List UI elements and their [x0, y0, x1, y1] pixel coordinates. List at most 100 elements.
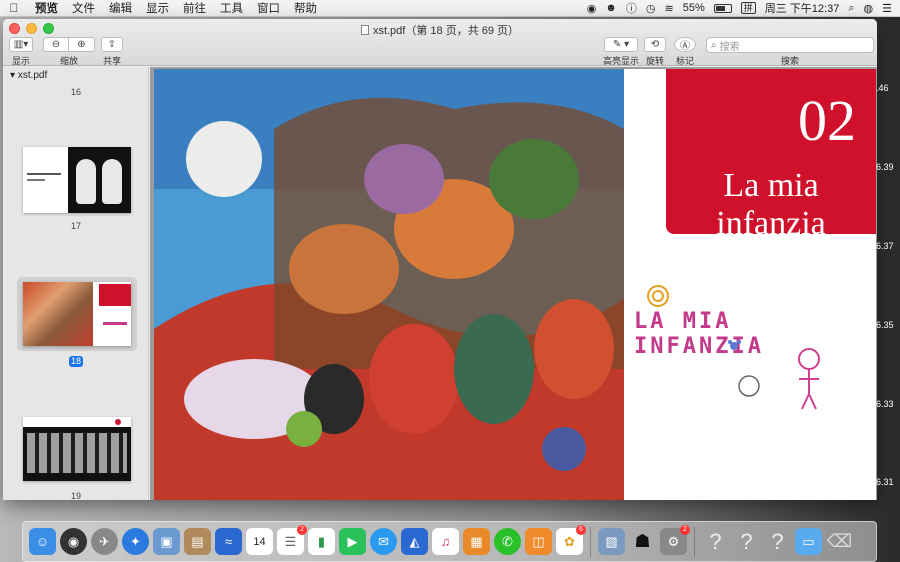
qq-icon[interactable]: ☗ — [629, 528, 656, 555]
dock-separator — [590, 526, 591, 557]
wifi-icon[interactable]: ≋ — [664, 2, 673, 15]
markup-icon: Ⓐ — [680, 41, 690, 52]
info-icon[interactable]: ⓘ — [626, 0, 637, 16]
unknown-icon[interactable]: ? — [702, 528, 729, 555]
thumb-17-text-area — [23, 147, 68, 213]
menu-bar:  预览 文件 编辑 显示 前往 工具 窗口 帮助 ◉ ☻ ⓘ ◷ ≋ 55% … — [0, 0, 900, 17]
highlight-control: ✎ ▾ 高亮显示 — [603, 37, 639, 67]
folder-icon[interactable]: ▭ — [795, 528, 822, 555]
whale-icon[interactable]: ≈ — [215, 528, 242, 555]
battery-percent[interactable]: 55% — [683, 2, 705, 14]
markup-control: Ⓐ 标记 — [674, 37, 696, 67]
clock-status-icon[interactable]: ◷ — [646, 2, 656, 15]
illustration-parade-of-animals — [154, 69, 624, 500]
page-number-17: 17 — [70, 221, 81, 231]
preview-doc-icon[interactable]: ▧ — [598, 528, 625, 555]
calendar-icon[interactable]: 14 — [246, 528, 273, 555]
sidebar-file-name[interactable]: ▾ xst.pdf — [10, 70, 47, 81]
highlight-label: 高亮显示 — [603, 56, 640, 66]
keynote-icon[interactable]: ◭ — [401, 528, 428, 555]
zoom-label: 缩放 — [59, 56, 78, 66]
markup-button[interactable]: Ⓐ — [674, 37, 696, 52]
dock: ☺ ◉ ✈ ✦ ▣ ▤ ≈ 14 ☰ 2 ▮ ▶ ✉ ◭ ♫ ▦ ✆ ◫ ✿ 6 ▧… — [22, 521, 877, 562]
thumbnail-sidebar[interactable]: ▾ xst.pdf 16 17 18 19 — [3, 67, 149, 500]
strip-value-2: 6.39 — [876, 162, 894, 172]
books-icon[interactable]: ◫ — [525, 528, 552, 555]
share-button[interactable]: ⇪ — [101, 37, 123, 52]
notes-icon[interactable]: ▤ — [184, 528, 211, 555]
sidebar-file-name-text: xst.pdf — [17, 70, 48, 81]
pdf-page: 02 La mia infanzia LA MIA INFANZIA — [154, 69, 876, 500]
calendar-day: 14 — [253, 535, 266, 548]
reminders-icon[interactable]: ☰ 2 — [277, 525, 307, 555]
finder-icon[interactable]: ☺ — [29, 528, 56, 555]
menu-app-name[interactable]: 预览 — [28, 0, 65, 16]
battery-icon[interactable] — [713, 3, 732, 13]
facetime-icon[interactable]: ▶ — [339, 528, 366, 555]
thumbnail-page-19[interactable] — [23, 417, 131, 481]
qq-status-icon[interactable]: ☻ — [605, 2, 617, 14]
menu-file[interactable]: 文件 — [65, 0, 102, 16]
search-field[interactable]: ⌕ 搜索 — [706, 37, 874, 53]
page-number-18: 18 — [69, 356, 83, 367]
system-prefs-icon[interactable]: ⚙ 2 — [660, 525, 690, 555]
reader-icon[interactable]: ▦ — [463, 528, 490, 555]
photos-icon[interactable]: ✿ 6 — [556, 525, 586, 555]
menu-view[interactable]: 显示 — [139, 0, 176, 16]
menu-tools[interactable]: 工具 — [213, 0, 250, 16]
menu-edit[interactable]: 编辑 — [102, 0, 139, 16]
background-window-strip: .46 6.39 6.37 6.35 6.33 6.31 — [876, 19, 900, 500]
music-icon[interactable]: ♫ — [432, 528, 459, 555]
launchpad-icon[interactable]: ✈ — [91, 528, 118, 555]
page-number-19: 19 — [70, 491, 81, 500]
strip-value-3: 6.37 — [876, 241, 894, 251]
siri-icon[interactable]: ◉ — [60, 528, 87, 555]
menu-clock[interactable]: 周三 下午12:37 — [765, 0, 840, 16]
unknown-icon[interactable]: ? — [764, 528, 791, 555]
sidebar-icon: ▥▾ — [13, 39, 29, 50]
menu-go[interactable]: 前往 — [176, 0, 213, 16]
menu-help[interactable]: 帮助 — [287, 0, 324, 16]
share-icon: ⇪ — [107, 39, 117, 50]
zoom-out-icon: ⊖ — [51, 39, 61, 50]
rotate-control: ⟲ 旋转 — [644, 37, 666, 67]
thumbnail-page-17[interactable] — [23, 147, 131, 213]
zoom-in-button[interactable]: ⊕ — [69, 37, 95, 52]
document-view[interactable]: 02 La mia infanzia LA MIA INFANZIA — [150, 67, 877, 500]
apple-menu-icon[interactable]:  — [0, 1, 28, 15]
safari-icon[interactable]: ✦ — [122, 528, 149, 555]
window-title: xst.pdf（第 18 页，共 69 页） — [3, 22, 877, 38]
thumbnail-page-18[interactable] — [23, 282, 131, 346]
strip-value-5: 6.33 — [876, 399, 894, 409]
preview-icon[interactable]: ▣ — [153, 528, 180, 555]
notification-center-icon[interactable]: ☰ — [882, 2, 892, 15]
markup-label: 标记 — [675, 56, 694, 66]
chapter-header-box: 02 La mia infanzia — [666, 69, 876, 242]
highlighter-icon: ✎ ▾ — [612, 39, 630, 50]
rotate-button[interactable]: ⟲ — [644, 37, 666, 52]
trash-icon[interactable]: ⌫ — [826, 528, 853, 555]
menu-window[interactable]: 窗口 — [250, 0, 287, 16]
chapter-title: La mia infanzia — [716, 167, 826, 242]
menu-extras: ◉ ☻ ⓘ ◷ ≋ 55% 拼 周三 下午12:37 ⌕ ◍ ☰ — [587, 0, 900, 16]
preview-window: xst.pdf（第 18 页，共 69 页） ▥▾ 显示 ⊖ ⊕ 缩放 ⇪ 共享… — [3, 19, 877, 500]
sidebar-view-button[interactable]: ▥▾ — [9, 37, 33, 52]
messages-icon[interactable]: ✉ — [370, 528, 397, 555]
dock-separator-2 — [694, 526, 695, 557]
thumb-19-grid — [23, 427, 131, 481]
siri-menu-icon[interactable]: ◍ — [864, 2, 874, 15]
thumb-18-redbox — [99, 284, 131, 306]
spotlight-icon[interactable]: ⌕ — [848, 2, 854, 15]
wechat-icon[interactable]: ✆ — [494, 528, 521, 555]
unknown-icon[interactable]: ? — [733, 528, 760, 555]
numbers-icon[interactable]: ▮ — [308, 528, 335, 555]
thumb-17-photo — [68, 147, 131, 213]
view-label: 显示 — [11, 56, 30, 66]
chapter-number: 02 — [798, 88, 856, 153]
eye-icon[interactable]: ◉ — [587, 2, 597, 15]
search-icon: ⌕ — [711, 39, 717, 51]
input-method-indicator[interactable]: 拼 — [740, 2, 756, 14]
highlight-button[interactable]: ✎ ▾ — [604, 37, 638, 52]
reminders-badge: 2 — [297, 525, 307, 535]
zoom-out-button[interactable]: ⊖ — [43, 37, 69, 52]
